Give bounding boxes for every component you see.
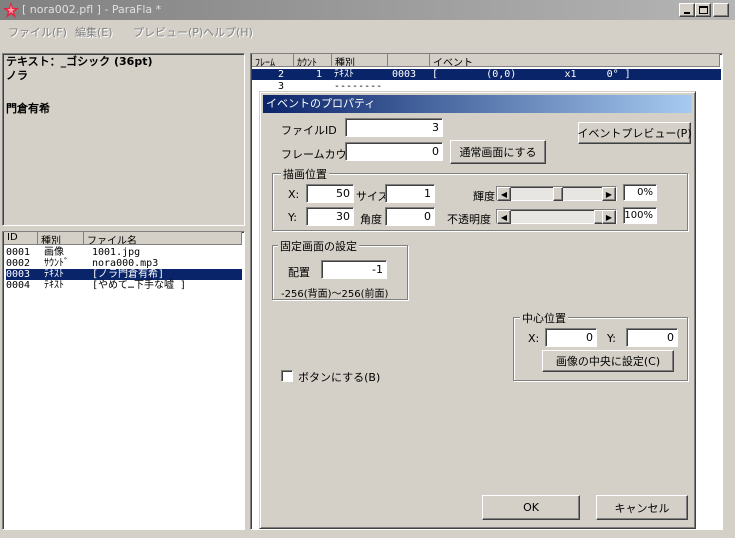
opacity-slider[interactable]: ◀ ▶ [496, 209, 617, 224]
menu-preview[interactable]: プレビュー(P) [133, 24, 203, 40]
fixed-screen-label: 固定画面の設定 [278, 238, 359, 254]
event-type: ﾃｷｽﾄ [334, 69, 354, 80]
col-count[interactable]: ｶｳﾝﾄ [294, 54, 332, 67]
close-button[interactable]: ✕ [713, 3, 729, 17]
opacity-value[interactable]: 100% [623, 207, 657, 224]
file-row[interactable]: 0001 画像 1001.jpg [6, 247, 242, 258]
event-id: 0003 [392, 69, 417, 80]
minimize-icon [684, 12, 690, 14]
preview-text-line2: 門倉有希 [6, 102, 50, 115]
x-label: X: [288, 188, 300, 201]
right-arrow-icon[interactable]: ▶ [602, 210, 616, 224]
col-kind[interactable]: 種別 [332, 54, 388, 67]
file-id-input[interactable]: 3 [345, 118, 443, 137]
center-position-label: 中心位置 [520, 310, 568, 326]
preview-text-line1: ノラ [6, 69, 28, 82]
file-id: 0004 [6, 280, 31, 291]
file-list[interactable]: ID 種別 ファイル名 0001 画像 1001.jpg 0002 ｻｳﾝﾄﾞ nora0… [2, 231, 245, 530]
file-type: ｻｳﾝﾄﾞ [44, 258, 69, 269]
place-range-text: -256(背面)～256(前面) [281, 289, 389, 300]
cancel-button[interactable]: キャンセル [596, 495, 688, 520]
left-arrow-icon[interactable]: ◀ [497, 210, 511, 224]
place-input[interactable]: -1 [321, 260, 387, 279]
window-title: [ nora002.pfl ] - ParaFla * [22, 3, 162, 16]
close-icon: ✕ [716, 4, 726, 15]
center-y-label: Y: [607, 332, 616, 345]
center-y-input[interactable]: 0 [626, 328, 678, 347]
app-icon [3, 2, 19, 18]
col-blank[interactable] [388, 54, 430, 67]
file-name: [ノラ門倉有希] [92, 269, 165, 280]
button-checkbox[interactable] [281, 370, 293, 382]
window-titlebar: [ nora002.pfl ] - ParaFla * ✕ [0, 0, 735, 20]
file-type: ﾃｷｽﾄ [44, 269, 64, 280]
brightness-thumb[interactable] [553, 187, 563, 201]
dialog-title: イベントのプロパティ [263, 95, 692, 113]
place-label: 配置 [288, 266, 310, 279]
file-type: 画像 [44, 247, 64, 258]
button-checkbox-label[interactable]: ボタンにする(B) [298, 369, 380, 385]
col-frame[interactable]: ﾌﾚｰﾑ [252, 54, 294, 67]
menubar: ファイル(F) 編集(E) プレビュー(P) ヘルプ(H) [0, 21, 735, 39]
file-row[interactable]: 0004 ﾃｷｽﾄ [やめて…下手な嘘 ] [6, 280, 242, 291]
normal-screen-button[interactable]: 通常画面にする [450, 140, 546, 164]
frame-count-input[interactable]: 0 [345, 142, 443, 161]
file-id: 0002 [6, 258, 31, 269]
left-arrow-icon[interactable]: ◀ [497, 187, 511, 201]
size-label: サイズ [356, 190, 389, 203]
event-properties-dialog: イベントのプロパティ ファイルID 3 イベントプレビュー(P) フレームカウン… [259, 91, 696, 529]
event-row[interactable]: 2 1 ﾃｷｽﾄ 0003 [ (0,0) x1 0° ] [252, 69, 721, 80]
center-image-button[interactable]: 画像の中央に設定(C) [542, 350, 674, 372]
event-count: 1 [316, 69, 323, 80]
size-input[interactable]: 1 [385, 184, 435, 203]
center-x-input[interactable]: 0 [545, 328, 597, 347]
file-id: 0001 [6, 247, 31, 258]
file-name: 1001.jpg [92, 247, 141, 258]
minimize-button[interactable] [679, 3, 695, 17]
x-input[interactable]: 50 [306, 184, 354, 203]
file-row[interactable]: 0002 ｻｳﾝﾄﾞ nora000.mp3 [6, 258, 242, 269]
y-input[interactable]: 30 [306, 207, 354, 226]
file-name: [やめて…下手な嘘 ] [92, 280, 187, 291]
file-row[interactable]: 0003 ﾃｷｽﾄ [ノラ門倉有希] [6, 269, 242, 280]
file-id-label: ファイルID [281, 124, 337, 137]
angle-input[interactable]: 0 [385, 207, 435, 226]
brightness-label: 輝度 [473, 190, 495, 203]
center-x-label: X: [528, 332, 540, 345]
angle-label: 角度 [360, 213, 382, 226]
col-type[interactable]: 種別 [38, 232, 84, 245]
menu-file[interactable]: ファイル(F) [8, 24, 67, 40]
event-preview-button[interactable]: イベントプレビュー(P) [577, 122, 692, 144]
draw-position-label: 描画位置 [281, 166, 329, 182]
menu-edit[interactable]: 編集(E) [75, 24, 113, 40]
file-id: 0003 [6, 269, 31, 280]
maximize-icon [698, 6, 708, 14]
right-arrow-icon[interactable]: ▶ [602, 187, 616, 201]
file-name: nora000.mp3 [92, 258, 159, 269]
col-filename[interactable]: ファイル名 [84, 232, 242, 245]
menu-help[interactable]: ヘルプ(H) [203, 24, 253, 40]
preview-panel [2, 53, 245, 226]
brightness-slider[interactable]: ◀ ▶ [496, 186, 617, 201]
opacity-label: 不透明度 [447, 213, 491, 226]
event-frame: 2 [278, 69, 285, 80]
ok-button[interactable]: OK [482, 495, 580, 520]
col-id[interactable]: ID [4, 232, 38, 245]
maximize-button[interactable] [695, 3, 711, 17]
col-event[interactable]: イベント [430, 54, 720, 67]
file-type: ﾃｷｽﾄ [44, 280, 64, 291]
event-desc: [ (0,0) x1 0° ] [432, 69, 631, 80]
brightness-value[interactable]: 0% [623, 184, 657, 201]
y-label: Y: [288, 211, 297, 224]
